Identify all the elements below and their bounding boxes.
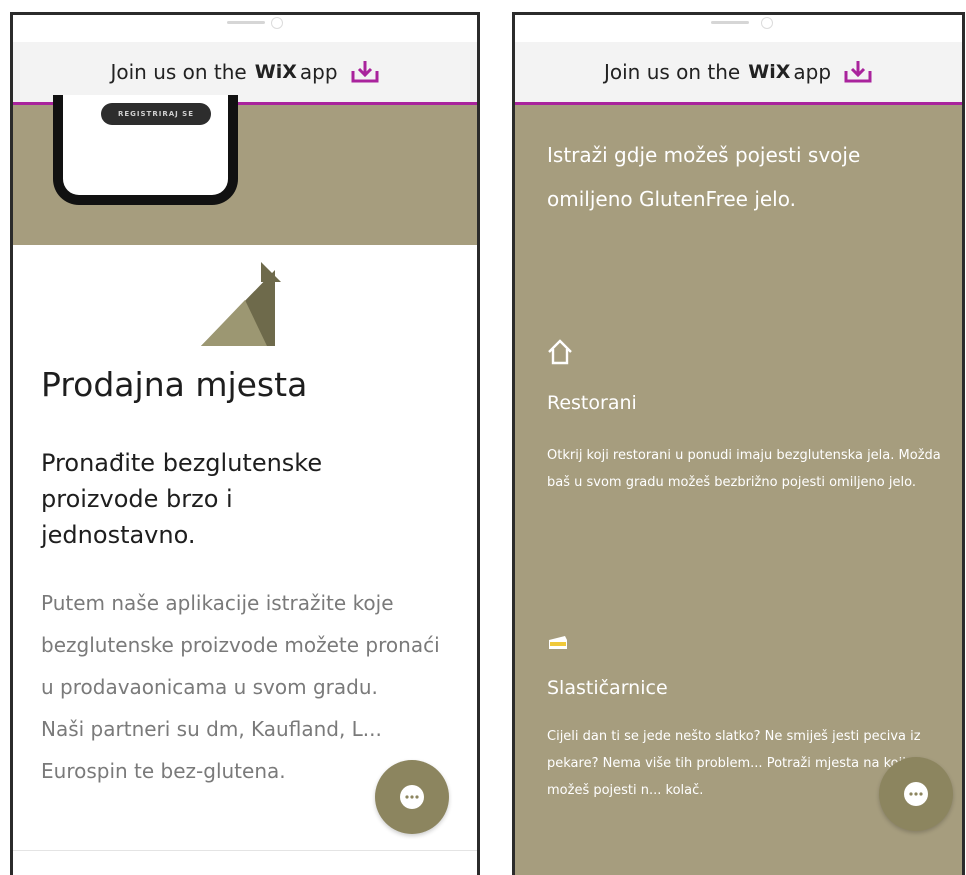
banner-text: Join us on the [603, 60, 741, 84]
divider [13, 850, 477, 851]
camera-dot [271, 17, 283, 29]
register-button[interactable]: REGISTRIRAJ SE [101, 103, 211, 125]
chat-button[interactable] [375, 760, 449, 834]
hero-band: REGISTRIRAJ SE [13, 95, 477, 245]
section-body: Putem naše aplikacije istražite koje bez… [41, 582, 441, 792]
restorani-title: Restorani [547, 392, 637, 414]
content-panel: Istraži gdje možeš pojesti svoje omiljen… [515, 105, 962, 875]
speaker-notch [227, 21, 265, 24]
camera-dot [761, 17, 773, 29]
wix-logo: WiX [254, 61, 297, 83]
speaker-notch [711, 21, 749, 24]
download-icon[interactable] [350, 59, 380, 85]
banner-suffix: app [793, 60, 832, 84]
slasticarnice-title: Slastičarnice [547, 677, 668, 699]
section-subtitle: Pronađite bezglutenske proizvode brzo i … [41, 449, 323, 549]
phone-screen-left: Join us on the WiX app REGISTRIRAJ SE Pr… [10, 12, 480, 875]
body-paragraph: Putem naše aplikacije istražite koje bez… [41, 591, 440, 699]
page-title: Prodajna mjesta [41, 365, 308, 404]
banner-text: Join us on the [110, 60, 247, 84]
intro-text: Istraži gdje možeš pojesti svoje omiljen… [547, 143, 861, 211]
restorani-description: Otkrij koji restorani u ponudi imaju bez… [547, 448, 941, 490]
download-icon[interactable] [843, 59, 873, 85]
wix-logo: WiX [748, 61, 791, 83]
chat-button[interactable] [879, 757, 953, 831]
triangles-logo-icon [201, 262, 281, 346]
wix-app-banner[interactable]: Join us on the WiX app [515, 42, 962, 105]
phone-mockup-image: REGISTRIRAJ SE [53, 95, 238, 205]
phone-screen-right: Join us on the WiX app Istraži gdje može… [512, 12, 965, 875]
chat-bubble-icon [400, 785, 424, 809]
house-icon [548, 339, 572, 365]
banner-suffix: app [299, 60, 338, 84]
chat-bubble-icon [904, 782, 928, 806]
cake-icon [549, 636, 567, 649]
